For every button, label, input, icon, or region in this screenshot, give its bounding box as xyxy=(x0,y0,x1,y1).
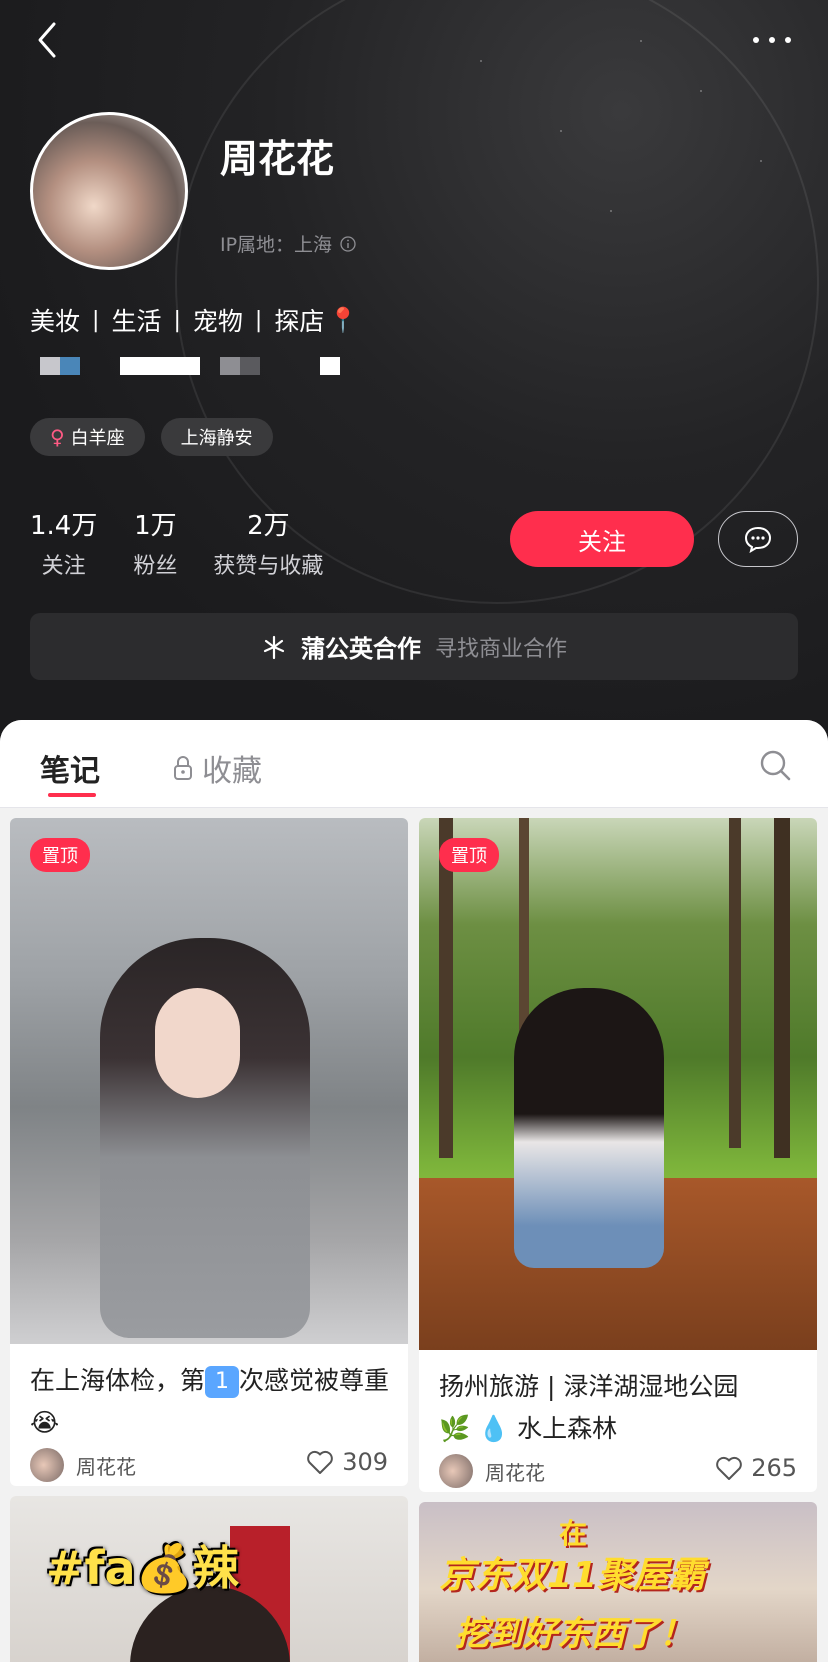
lock-icon xyxy=(174,756,192,780)
follow-button[interactable]: 关注 xyxy=(510,511,694,567)
stat-followers[interactable]: 1万 粉丝 xyxy=(133,505,177,580)
note-title-part: 在上海体检，第 xyxy=(30,1366,206,1395)
note-likes[interactable]: 265 xyxy=(715,1454,797,1482)
profile-tags: ♀ 白羊座 上海静安 xyxy=(30,418,273,456)
tab-favorites[interactable]: 收藏 xyxy=(172,746,262,790)
bio-separator: | xyxy=(254,307,263,333)
heart-icon xyxy=(307,1450,334,1474)
bio-item: 宠物 xyxy=(192,307,243,336)
author-name: 周花花 xyxy=(485,1460,545,1485)
note-cover-text: #fa💰辣 xyxy=(46,1541,239,1595)
tag-label: 白羊座 xyxy=(70,428,125,449)
message-button[interactable] xyxy=(718,511,798,567)
bio-item: 美妆 xyxy=(30,307,81,336)
bio: 美妆 | 生活 | 宠物 | 探店 📍 xyxy=(30,302,358,338)
bio-separator: | xyxy=(92,307,100,333)
note-title: 在上海体检，第 1 次感觉被尊重😭 xyxy=(30,1360,390,1444)
likes-count: 309 xyxy=(342,1448,388,1476)
author-avatar xyxy=(30,1448,64,1482)
tag-zodiac[interactable]: ♀ 白羊座 xyxy=(30,418,145,456)
content-sheet: 笔记 收藏 置顶 在上海体检，第 1 次感觉被尊重😭 周花花 309 置顶 扬州… xyxy=(0,720,828,1662)
stat-following[interactable]: 1.4万 关注 xyxy=(30,505,97,580)
ip-location: IP属地：上海 xyxy=(220,230,356,257)
author-avatar xyxy=(439,1454,473,1488)
content-tabs: 笔记 收藏 xyxy=(0,720,828,808)
stat-value: 2万 xyxy=(247,511,290,541)
cooperation-subtitle: 寻找商业合作 xyxy=(434,636,567,662)
tab-notes[interactable]: 笔记 xyxy=(40,746,100,790)
info-icon[interactable] xyxy=(340,235,356,252)
note-card[interactable]: #fa💰辣 xyxy=(10,1496,408,1662)
cooperation-title: 蒲公英合作 xyxy=(300,635,421,663)
more-icon[interactable] xyxy=(748,26,798,54)
note-cover-text: 挖到好东西了！ xyxy=(455,1614,693,1654)
note-card[interactable]: 置顶 扬州旅游 | 渌洋湖湿地公园 🌿 💧 水上森林 周花花 265 xyxy=(419,818,817,1492)
note-author[interactable]: 周花花 xyxy=(30,1448,136,1482)
note-cover-image xyxy=(419,818,817,1350)
avatar[interactable] xyxy=(30,112,188,270)
search-icon[interactable] xyxy=(758,748,792,782)
stat-label: 关注 xyxy=(41,554,86,579)
female-icon: ♀ xyxy=(50,425,65,449)
profile-header: 周花花 IP属地：上海 美妆 | 生活 | 宠物 | 探店 📍 ♀ 白羊座 上海… xyxy=(0,0,828,740)
bio-item: 生活 xyxy=(111,307,162,336)
ip-location-text: IP属地：上海 xyxy=(220,234,333,256)
heart-icon xyxy=(716,1456,743,1480)
stat-label: 粉丝 xyxy=(133,554,178,579)
likes-count: 265 xyxy=(751,1454,797,1482)
note-title-line: 🌿 💧 水上森林 xyxy=(439,1414,618,1443)
pinned-badge: 置顶 xyxy=(30,838,90,872)
tag-location[interactable]: 上海静安 xyxy=(160,418,273,456)
stat-value: 1.4万 xyxy=(30,511,98,541)
back-icon[interactable] xyxy=(30,18,70,62)
note-likes[interactable]: 309 xyxy=(306,1448,388,1476)
stat-label: 获赞与收藏 xyxy=(213,554,324,579)
cooperation-banner[interactable]: 蒲公英合作 寻找商业合作 xyxy=(30,613,798,680)
tag-label: 上海静安 xyxy=(180,428,253,449)
author-name: 周花花 xyxy=(76,1454,136,1479)
number-one-badge: 1 xyxy=(205,1366,240,1398)
note-title: 扬州旅游 | 渌洋湖湿地公园 🌿 💧 水上森林 xyxy=(439,1366,799,1450)
note-title-line: 扬州旅游 | 渌洋湖湿地公园 xyxy=(439,1372,739,1401)
note-cover-image xyxy=(10,818,408,1344)
stat-value: 1万 xyxy=(134,511,177,541)
note-card[interactable]: 置顶 在上海体检，第 1 次感觉被尊重😭 周花花 309 xyxy=(10,818,408,1486)
note-cover-text: 京东双11聚屋霸 xyxy=(439,1555,706,1596)
stats: 1.4万 关注 1万 粉丝 2万 获赞与收藏 xyxy=(30,505,359,580)
pinned-badge: 置顶 xyxy=(439,838,499,872)
tab-favorites-label: 收藏 xyxy=(202,754,262,789)
note-card[interactable]: 在 京东双11聚屋霸 挖到好东西了！ xyxy=(419,1502,817,1662)
active-tab-indicator xyxy=(48,793,96,797)
stat-likes-collects[interactable]: 2万 获赞与收藏 xyxy=(213,505,323,580)
bio-separator: | xyxy=(173,307,181,333)
bio-item: 探店 xyxy=(274,307,325,336)
location-pin-icon: 📍 xyxy=(328,306,359,334)
note-author[interactable]: 周花花 xyxy=(439,1454,545,1488)
chat-bubble-icon xyxy=(744,526,772,553)
dandelion-icon xyxy=(263,635,285,659)
profile-name: 周花花 xyxy=(220,137,335,181)
